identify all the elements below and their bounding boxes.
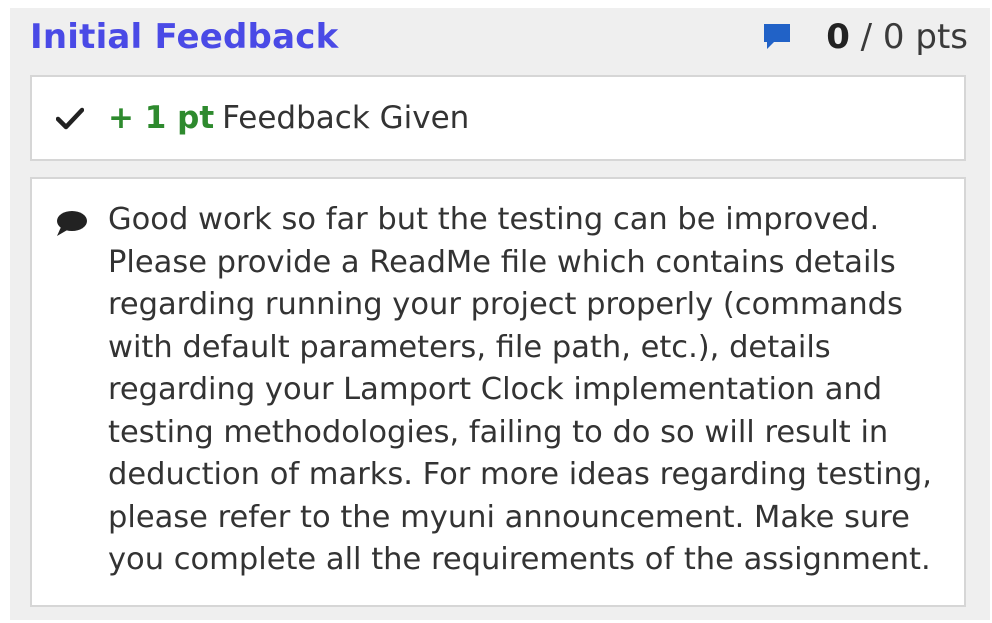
comment-box: Good work so far but the testing can be … [30,177,966,607]
section-title: Initial Feedback [30,17,339,57]
rubric-points: + 1 pt [108,100,215,136]
comment-line: Please provide a ReadMe file which conta… [108,244,896,280]
feedback-panel: Initial Feedback 0 / 0 pts + 1 pt Feedbac… [10,8,990,620]
comment-line: regarding running your project properly … [108,287,903,322]
speech-bubble-icon [57,211,87,236]
comment-icon[interactable] [762,22,792,52]
score: 0 / 0 pts [826,14,968,60]
comment-line: deduction of marks. For more ideas regar… [108,457,932,492]
score-earned: 0 [826,17,850,57]
rubric-item-text: + 1 pt Feedback Given [108,95,469,141]
rubric-item: + 1 pt Feedback Given [30,75,966,161]
comment-line: with default parameters, file path, etc.… [108,329,831,365]
comment-line: you complete all the requirements of the… [108,542,931,577]
score-total: / 0 pts [849,17,968,57]
comment-line: please refer to the myuni announcement. … [108,499,910,535]
check-icon [56,107,84,130]
comment-line: regarding your Lamport Clock implementat… [108,372,883,407]
comment-line: testing methodologies, failing to do so … [108,414,889,450]
comment-line: Good work so far but the testing can be … [108,202,880,237]
rubric-label: Feedback Given [222,100,470,136]
comment-text: Good work so far but the testing can be … [108,199,938,582]
